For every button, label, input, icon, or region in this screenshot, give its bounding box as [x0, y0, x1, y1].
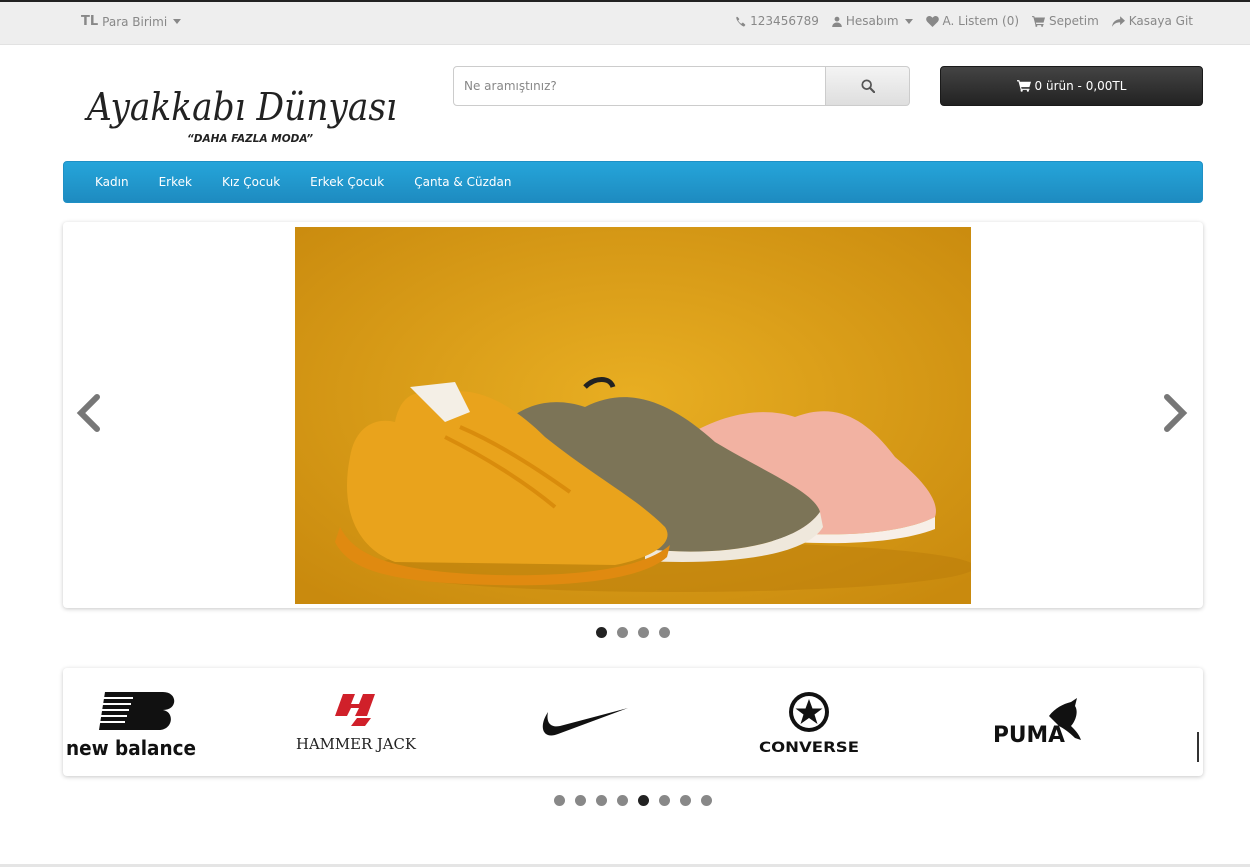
- brand-dot[interactable]: [575, 795, 586, 806]
- chevron-right-icon[interactable]: [1163, 394, 1189, 432]
- hammer-jack-logo[interactable]: HAMMER JACK: [293, 682, 423, 762]
- user-icon: [832, 16, 842, 27]
- slide-image-sneakers[interactable]: [295, 227, 971, 604]
- wishlist-label: A. Listem (0): [942, 14, 1020, 28]
- account-dropdown[interactable]: Hesabım: [832, 14, 913, 28]
- top-bar: TL Para Birimi 123456789 Hesabım A. List…: [0, 0, 1250, 45]
- cart-link[interactable]: Sepetim: [1032, 14, 1099, 28]
- converse-star-logo[interactable]: CONVERSE: [753, 682, 873, 762]
- puma-cat-logo[interactable]: PUMA: [983, 682, 1093, 762]
- search-bar: [453, 66, 910, 106]
- brand-dot[interactable]: [701, 795, 712, 806]
- brand-pagination: [554, 795, 712, 806]
- slider-dot[interactable]: [596, 627, 607, 638]
- menu-item-kiz-cocuk[interactable]: Kız Çocuk: [207, 175, 295, 189]
- brand-name-puma: PUMA: [993, 723, 1065, 748]
- phone-link[interactable]: 123456789: [735, 14, 819, 28]
- currency-dropdown[interactable]: TL Para Birimi: [81, 14, 182, 29]
- brand-dot[interactable]: [617, 795, 628, 806]
- slider-dot[interactable]: [617, 627, 628, 638]
- search-icon: [860, 79, 875, 93]
- slider-dot[interactable]: [659, 627, 670, 638]
- chevron-down-icon: [173, 19, 182, 24]
- slider-pagination: [596, 627, 670, 638]
- main-menu: Kadın Erkek Kız Çocuk Erkek Çocuk Çanta …: [63, 161, 1203, 203]
- share-arrow-icon: [1111, 15, 1125, 27]
- menu-item-canta-cuzdan[interactable]: Çanta & Cüzdan: [399, 175, 526, 189]
- brand-dot[interactable]: [554, 795, 565, 806]
- search-input[interactable]: [453, 66, 826, 106]
- search-button[interactable]: [826, 66, 910, 106]
- currency-symbol: TL: [81, 14, 99, 29]
- phone-number: 123456789: [750, 14, 819, 28]
- brand-dot[interactable]: [680, 795, 691, 806]
- cart-summary: 0 ürün - 0,00TL: [1034, 79, 1127, 93]
- chevron-left-icon[interactable]: [75, 394, 101, 432]
- brand-name-converse: CONVERSE: [759, 740, 859, 756]
- account-label: Hesabım: [845, 14, 899, 28]
- brand-dot[interactable]: [659, 795, 670, 806]
- nike-swoosh-logo[interactable]: [538, 682, 633, 762]
- menu-item-kadin[interactable]: Kadın: [80, 175, 144, 189]
- brand-dot[interactable]: [596, 795, 607, 806]
- menu-item-erkek[interactable]: Erkek: [144, 175, 207, 189]
- brand-dot[interactable]: [638, 795, 649, 806]
- brand-carousel: new balance HAMMER JACK CONVERSE PUMA: [63, 668, 1203, 776]
- logo-text: Ayakkabı Dünyası: [84, 85, 397, 129]
- hero-slider: [63, 222, 1203, 608]
- cart-button[interactable]: 0 ürün - 0,00TL: [940, 66, 1203, 106]
- phone-icon: [736, 16, 746, 26]
- carousel-edge-marker: [1197, 732, 1199, 762]
- menu-item-erkek-cocuk[interactable]: Erkek Çocuk: [295, 175, 399, 189]
- shopping-cart-icon: [1032, 15, 1046, 27]
- checkout-link[interactable]: Kasaya Git: [1111, 14, 1193, 28]
- brand-name-new-balance: new balance: [66, 736, 196, 760]
- heart-icon: [925, 15, 939, 27]
- cart-label: Sepetim: [1049, 14, 1099, 28]
- slider-dot[interactable]: [638, 627, 649, 638]
- chevron-down-icon: [904, 18, 913, 24]
- new-balance-logo[interactable]: new balance: [63, 682, 203, 762]
- brand-name-hammer-jack: HAMMER JACK: [296, 735, 417, 753]
- shopping-cart-icon: [1016, 80, 1031, 92]
- site-logo[interactable]: Ayakkabı Dünyası “DAHA FAZLA MODA”: [83, 62, 403, 150]
- wishlist-link[interactable]: A. Listem (0): [925, 14, 1020, 28]
- currency-label: Para Birimi: [102, 14, 168, 29]
- checkout-label: Kasaya Git: [1128, 14, 1193, 28]
- top-links: 123456789 Hesabım A. Listem (0) Sepetim …: [735, 14, 1193, 28]
- logo-tagline: “DAHA FAZLA MODA”: [187, 132, 313, 145]
